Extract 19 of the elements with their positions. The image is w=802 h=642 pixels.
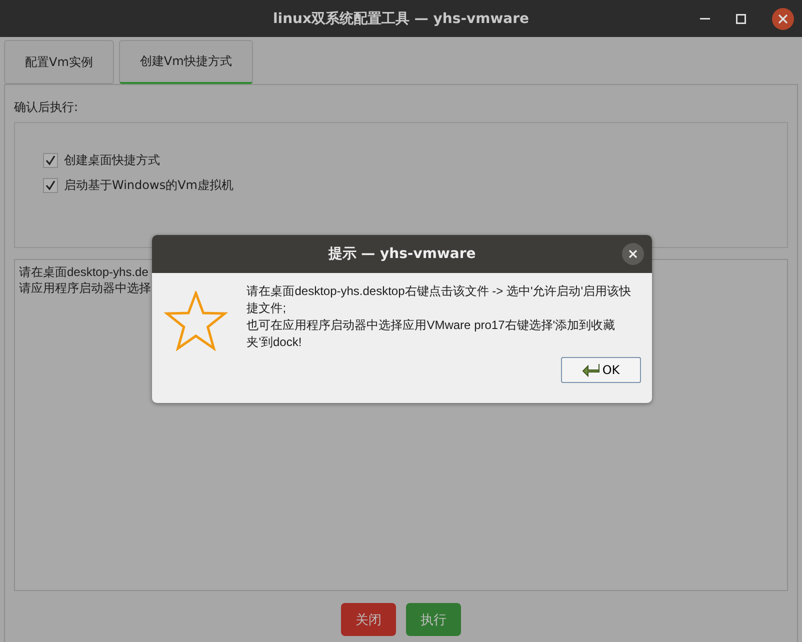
close-icon[interactable] [772,8,794,30]
tab[interactable]: 创建Vm快捷方式 [118,40,253,84]
output-line: 请在桌面desktop-yhs.de [19,264,148,280]
checkbox[interactable] [43,178,58,193]
checkbox-label: 启动基于Windows的Vm虚拟机 [64,177,234,194]
close-icon[interactable] [622,243,644,265]
close-button[interactable]: 关闭 [341,603,396,636]
checkbox[interactable] [43,153,58,168]
minimize-icon[interactable] [700,18,710,20]
window-title: linux双系统配置工具 — yhs-vmware [272,10,530,28]
return-arrow-icon [582,363,600,377]
star-icon [164,291,228,351]
ok-button[interactable]: OK [561,357,641,383]
output-line: 请应用程序启动器中选择 [19,280,151,296]
dialog-message: 请在桌面desktop-yhs.desktop右键点击该文件 -> 选中'允许启动'启用该快捷文件; 也可在应用程序启动器中选择应用VMware pro17右键选择'添加到收藏夹'到dock! [246,283,632,351]
checkbox-label: 创建桌面快捷方式 [64,152,160,169]
maximize-icon[interactable] [736,14,746,24]
tab[interactable]: 配置Vm实例 [4,40,114,84]
group-title: 确认后执行: [14,99,80,116]
